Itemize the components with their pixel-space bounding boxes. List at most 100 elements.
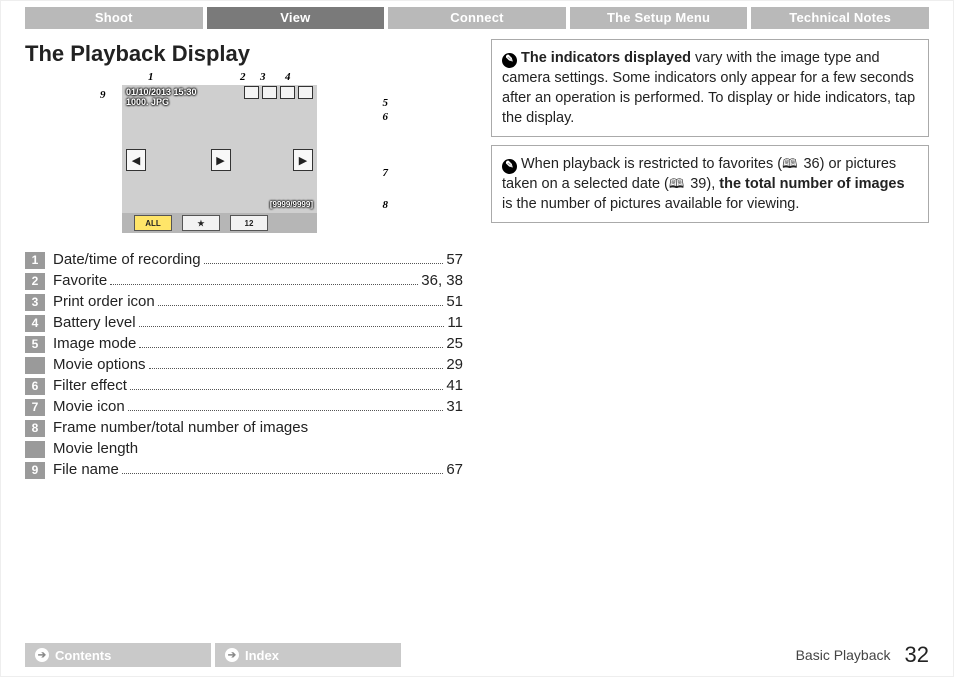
leader-dots [158,305,444,306]
tab-setup-menu[interactable]: The Setup Menu [570,7,748,29]
book-icon: 🕮 [669,177,684,190]
tab-view[interactable]: View [207,7,385,29]
next-icon: ▶ [293,149,313,171]
index-label: Index [245,648,279,663]
legend-label: Frame number/total number of images [53,417,308,438]
note-total-images: ✎When playback is restricted to favorite… [491,145,929,223]
leader-dots [110,284,418,285]
top-tabs: Shoot View Connect The Setup Menu Techni… [25,7,929,29]
leader-dots [128,410,444,411]
page-number: 32 [905,642,929,668]
tab-all-icon: ALL [134,215,172,231]
legend-row: 6 Filter effect 41 [25,375,463,396]
note-indicators: ✎The indicators displayed vary with the … [491,39,929,137]
legend-row: 8 Frame number/total number of images [25,417,463,438]
legend-label: Battery level [53,312,136,333]
legend-pageref[interactable]: 25 [446,333,463,354]
callout-8: 8 [383,199,389,211]
legend-label: Movie icon [53,396,125,417]
right-column: ✎The indicators displayed vary with the … [491,39,929,480]
legend-label: Movie length [53,438,138,459]
screen-bottom-tabs: ALL ★ 12 [122,213,317,233]
callout-9: 9 [100,89,106,101]
arrow-icon: ➔ [35,648,49,662]
legend-label: Favorite [53,270,107,291]
footer-bar: ➔ Contents ➔ Index Basic Playback 32 [25,642,929,668]
legend-pageref[interactable]: 31 [446,396,463,417]
callout-3: 3 [260,71,266,83]
legend-row: 1 Date/time of recording 57 [25,249,463,270]
arrow-icon: ➔ [225,648,239,662]
tab-calendar-icon: 12 [230,215,268,231]
print-order-icon [262,86,277,99]
overlay-filename: 1000. JPG [126,97,169,107]
legend-number: 4 [25,315,45,332]
note2-bold: the total number of images [719,176,904,192]
note2-ref2: 39 [686,176,706,192]
note2-ref1: 36 [799,156,819,172]
leader-dots [122,473,443,474]
legend-number: 1 [25,252,45,269]
legend-number: 3 [25,294,45,311]
legend-row: 5Image mode25 [25,333,463,354]
legend-pageref[interactable]: 67 [446,459,463,480]
index-link[interactable]: ➔ Index [215,643,401,667]
legend-list: 1Date/time of recording572Favorite36, 38… [25,249,463,480]
legend-pageref[interactable]: 29 [446,354,463,375]
overlay-status-icons [244,86,313,99]
note1-lead: The indicators displayed [521,50,691,66]
callout-7: 7 [383,167,389,179]
overlay-frame-count: [9999/9999] [270,200,313,209]
tab-shoot[interactable]: Shoot [25,7,203,29]
contents-label: Contents [55,648,111,663]
image-mode-icon [298,86,313,99]
left-column: The Playback Display 01/10/2013 15:30 10… [25,39,463,480]
callout-1: 1 [148,71,154,83]
play-icon: ▶ [211,149,231,171]
battery-icon [280,86,295,99]
legend-pageref[interactable]: 57 [446,249,463,270]
callout-4: 4 [285,71,291,83]
prev-icon: ◀ [126,149,146,171]
callout-6: 6 [383,111,389,123]
pencil-icon: ✎ [502,53,517,68]
legend-row: . Movie length [25,438,463,459]
legend-label: File name [53,459,119,480]
legend-number: 8 [25,420,45,437]
legend-row: . Movie options 29 [25,354,463,375]
legend-row: 2Favorite36, 38 [25,270,463,291]
legend-number: . [25,357,45,374]
legend-pageref[interactable]: 11 [447,312,463,333]
leader-dots [139,326,445,327]
legend-number: . [25,441,45,458]
legend-row: 3 Print order icon 51 [25,291,463,312]
tab-technical-notes[interactable]: Technical Notes [751,7,929,29]
legend-row: 4 Battery level 11 [25,312,463,333]
legend-label: Filter effect [53,375,127,396]
callout-5: 5 [383,97,389,109]
legend-number: 9 [25,462,45,479]
legend-pageref[interactable]: 41 [446,375,463,396]
book-icon: 🕮 [782,157,797,170]
tab-connect[interactable]: Connect [388,7,566,29]
legend-label: Movie options [53,354,146,375]
tab-favorite-icon: ★ [182,215,220,231]
section-name: Basic Playback [796,647,891,663]
playback-figure: 01/10/2013 15:30 1000. JPG ◀ ▶ ▶ [9999/9… [100,73,388,237]
legend-pageref[interactable]: 51 [446,291,463,312]
callout-2: 2 [240,71,246,83]
favorite-icon [244,86,259,99]
page-title: The Playback Display [25,41,463,67]
legend-label: Date/time of recording [53,249,201,270]
legend-label: Print order icon [53,291,155,312]
note2-post1: ), [706,176,719,192]
legend-row: 7 Movie icon 31 [25,396,463,417]
legend-number: 7 [25,399,45,416]
overlay-datetime: 01/10/2013 15:30 [126,87,197,97]
contents-link[interactable]: ➔ Contents [25,643,211,667]
pencil-icon: ✎ [502,159,517,174]
manual-page: Shoot View Connect The Setup Menu Techni… [0,0,954,677]
note2-post2: is the number of pictures available for … [502,196,799,212]
legend-number: 6 [25,378,45,395]
legend-pageref[interactable]: 36, 38 [421,270,463,291]
